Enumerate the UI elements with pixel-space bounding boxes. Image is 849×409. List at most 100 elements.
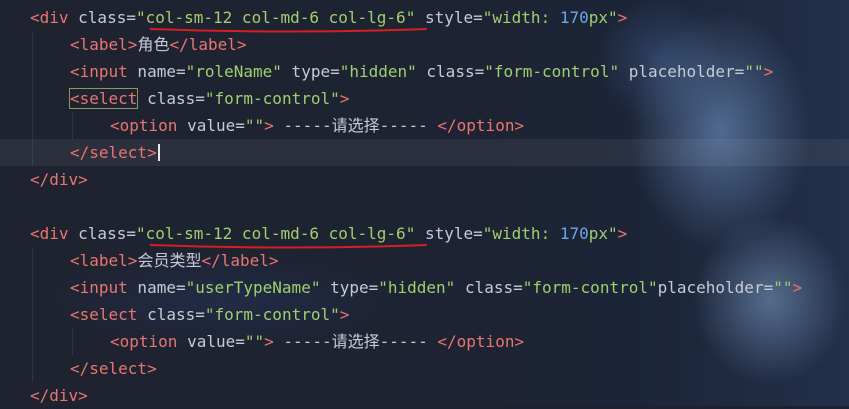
code-token: class= — [137, 89, 205, 108]
code-text: </div> — [30, 166, 88, 193]
indent-guide — [32, 301, 33, 328]
code-token: <label — [70, 251, 128, 270]
code-token: </label> — [169, 35, 247, 54]
code-token: "" — [773, 278, 793, 297]
code-token: placeholder= — [657, 278, 774, 297]
code-token: > — [264, 332, 274, 351]
code-text: </div> — [30, 382, 88, 409]
code-token: class= — [455, 278, 523, 297]
code-line[interactable]: <option value=""> -----请选择----- </option… — [0, 112, 849, 139]
code-token: "form-control" — [484, 62, 620, 81]
code-line[interactable]: <div class="col-sm-12 col-md-6 col-lg-6"… — [0, 220, 849, 247]
code-token: "" — [744, 62, 764, 81]
code-token: > — [339, 305, 350, 324]
indent-guide — [32, 355, 33, 382]
indent-guide — [32, 58, 33, 85]
code-token: "col-sm-12 col-md-6 col-lg-6" — [135, 8, 416, 27]
code-token: "roleName" — [185, 62, 282, 81]
code-text: <label>会员类型</label> — [70, 247, 279, 274]
code-token: <div — [30, 224, 69, 243]
text-cursor — [157, 144, 160, 161]
code-token: class= — [68, 8, 136, 27]
code-token: <select — [68, 88, 139, 109]
code-token: > — [127, 251, 138, 270]
code-token: > — [264, 116, 274, 135]
code-token: > — [763, 62, 774, 81]
code-token: class= — [68, 224, 136, 243]
code-token: value= — [177, 332, 245, 351]
indent-guide — [32, 247, 33, 274]
code-token: <input — [70, 278, 128, 297]
code-token: class= — [416, 62, 485, 81]
code-token: 角色 — [137, 35, 170, 54]
code-text: <input name="userTypeName" type="hidden"… — [70, 274, 802, 301]
code-token: "" — [244, 116, 265, 135]
indent-guide — [32, 274, 33, 301]
code-token: name= — [127, 62, 186, 81]
code-editor[interactable]: <div class="col-sm-12 col-md-6 col-lg-6"… — [0, 0, 849, 406]
code-token: </option> — [437, 116, 525, 135]
code-token: -----请选择----- — [273, 116, 438, 135]
code-token: "col-sm-12 col-md-6 col-lg-6" — [135, 224, 416, 243]
code-line[interactable]: <input name="userTypeName" type="hidden"… — [0, 274, 849, 301]
code-token: type= — [281, 62, 340, 81]
code-token: style= — [415, 224, 483, 243]
code-line[interactable] — [0, 193, 849, 220]
code-text: <input name="roleName" type="hidden" cla… — [70, 58, 773, 85]
code-token: 170 — [559, 224, 589, 243]
code-line[interactable]: <label>角色</label> — [0, 31, 849, 58]
code-text: </select> — [70, 355, 157, 382]
code-token: "width: — [482, 224, 560, 243]
code-token: 170 — [559, 8, 589, 27]
code-line[interactable]: <label>会员类型</label> — [0, 247, 849, 274]
code-token: <input — [70, 62, 128, 81]
code-line[interactable]: </select> — [0, 355, 849, 382]
code-token: px" — [588, 8, 618, 27]
code-token: </select> — [70, 143, 157, 162]
code-token: "form-control" — [204, 89, 340, 108]
code-token: <option — [110, 116, 178, 135]
indent-guide — [32, 31, 33, 58]
code-token: "userTypeName" — [185, 278, 321, 297]
code-line[interactable]: <select class="form-control"> — [0, 301, 849, 328]
code-token: style= — [415, 8, 483, 27]
code-text: <option value=""> -----请选择----- </option… — [110, 112, 524, 139]
code-token: > — [617, 224, 628, 243]
indent-guide — [32, 112, 33, 139]
code-token: </div> — [30, 386, 88, 405]
code-text: <div class="col-sm-12 col-md-6 col-lg-6"… — [30, 4, 627, 31]
code-token: <div — [30, 8, 69, 27]
indent-guide — [32, 85, 33, 112]
code-text: <label>角色</label> — [70, 31, 247, 58]
code-token: "form-control" — [522, 278, 658, 297]
code-line[interactable]: </div> — [0, 166, 849, 193]
code-line[interactable]: <input name="roleName" type="hidden" cla… — [0, 58, 849, 85]
code-text: <select class="form-control"> — [70, 301, 349, 328]
code-token: > — [127, 35, 138, 54]
indent-guide — [72, 328, 73, 355]
code-token: "" — [244, 332, 265, 351]
code-token: <option — [110, 332, 178, 351]
code-token: -----请选择----- — [273, 332, 438, 351]
code-token: "width: — [482, 8, 560, 27]
indent-guide — [32, 139, 33, 166]
code-token: px" — [588, 224, 618, 243]
code-line[interactable]: </select> — [0, 139, 849, 166]
code-token: "hidden" — [339, 62, 417, 81]
code-token: > — [617, 8, 628, 27]
indent-guide — [72, 112, 73, 139]
code-token: 会员类型 — [137, 251, 202, 270]
code-token: </select> — [70, 359, 157, 378]
code-token: > — [792, 278, 803, 297]
code-text: <option value=""> -----请选择----- </option… — [110, 328, 524, 355]
code-line[interactable]: <option value=""> -----请选择----- </option… — [0, 328, 849, 355]
code-token: value= — [177, 116, 245, 135]
code-token: type= — [320, 278, 379, 297]
code-token: </label> — [201, 251, 279, 270]
code-line[interactable]: </div> — [0, 382, 849, 409]
code-line[interactable]: <select class="form-control"> — [0, 85, 849, 112]
code-text: </select> — [70, 139, 160, 166]
indent-guide — [32, 328, 33, 355]
code-line[interactable]: <div class="col-sm-12 col-md-6 col-lg-6"… — [0, 4, 849, 31]
code-token: "form-control" — [204, 305, 340, 324]
